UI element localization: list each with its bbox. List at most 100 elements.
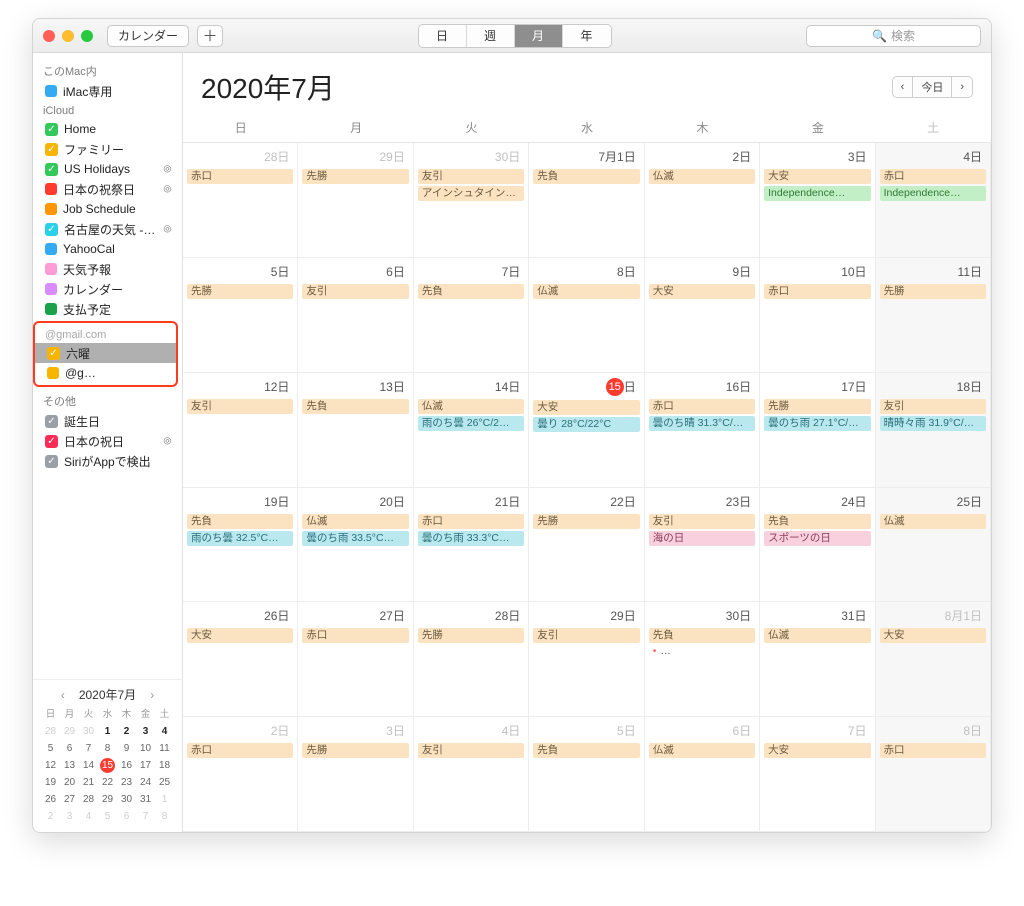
event-chip[interactable]: 先負 (764, 514, 870, 529)
mini-day[interactable]: 3 (136, 724, 155, 739)
mini-day[interactable]: 21 (79, 775, 98, 790)
day-cell[interactable]: 19日先負雨のち曇 32.5°C… (183, 488, 298, 603)
mini-day[interactable]: 28 (79, 792, 98, 807)
search-input[interactable]: 🔍 検索 (806, 25, 981, 47)
event-chip[interactable]: 赤口 (187, 743, 293, 758)
mini-day[interactable]: 27 (60, 792, 79, 807)
event-chip[interactable]: 仏滅 (533, 284, 639, 299)
mini-day[interactable]: 16 (117, 758, 136, 773)
event-chip[interactable]: 友引 (418, 169, 524, 184)
sidebar-item[interactable]: ✓SiriがAppで検出 (33, 451, 182, 471)
sidebar-item[interactable]: @g… (35, 363, 176, 383)
day-cell[interactable]: 3日大安Independence… (760, 143, 875, 258)
day-cell[interactable]: 3日先勝 (298, 717, 413, 832)
event-chip[interactable]: 曇り 28°C/22°C (533, 417, 639, 432)
day-cell[interactable]: 28日赤口 (183, 143, 298, 258)
mini-day[interactable]: 14 (79, 758, 98, 773)
mini-day[interactable]: 7 (79, 741, 98, 756)
event-chip[interactable]: 先勝 (418, 628, 524, 643)
event-chip[interactable]: 赤口 (187, 169, 293, 184)
day-cell[interactable]: 4日友引 (414, 717, 529, 832)
mini-day[interactable]: 23 (117, 775, 136, 790)
event-chip[interactable]: 雨のち曇 32.5°C… (187, 531, 293, 546)
mini-day[interactable]: 4 (155, 724, 174, 739)
event-chip[interactable]: 晴時々雨 31.9°C/… (880, 416, 986, 431)
mini-day[interactable]: 6 (117, 809, 136, 824)
day-cell[interactable]: 13日先負 (298, 373, 413, 488)
view-年[interactable]: 年 (563, 25, 611, 47)
event-chip[interactable]: 大安 (764, 743, 870, 758)
sidebar-item[interactable]: 支払予定 (33, 299, 182, 319)
mini-day[interactable]: 18 (155, 758, 174, 773)
event-chip[interactable]: 赤口 (649, 399, 755, 414)
event-chip[interactable]: 友引 (533, 628, 639, 643)
event-chip[interactable]: Independence… (880, 186, 986, 201)
sidebar-item[interactable]: YahooCal (33, 239, 182, 259)
mini-day[interactable]: 30 (117, 792, 136, 807)
event-chip[interactable]: 大安 (533, 400, 639, 415)
calendar-checkbox[interactable]: ✓ (45, 143, 58, 156)
mini-day[interactable]: 20 (60, 775, 79, 790)
mini-day[interactable]: 17 (136, 758, 155, 773)
zoom-icon[interactable] (81, 30, 93, 42)
day-cell[interactable]: 8月1日大安 (876, 602, 991, 717)
day-cell[interactable]: 12日友引 (183, 373, 298, 488)
mini-day[interactable]: 8 (155, 809, 174, 824)
day-cell[interactable]: 7月1日先負 (529, 143, 644, 258)
view-週[interactable]: 週 (467, 25, 515, 47)
mini-day[interactable]: 8 (98, 741, 117, 756)
day-cell[interactable]: 26日大安 (183, 602, 298, 717)
sidebar-item[interactable]: 日本の祝祭日⦾ (33, 179, 182, 199)
sidebar-item[interactable]: iMac専用 (33, 81, 182, 101)
sidebar-item[interactable]: ✓ファミリー (33, 139, 182, 159)
next-button[interactable]: › (952, 76, 973, 98)
event-chip[interactable]: スポーツの日 (764, 531, 870, 546)
mini-day[interactable]: 10 (136, 741, 155, 756)
event-chip[interactable]: 友引 (302, 284, 408, 299)
calendar-checkbox[interactable]: ✓ (45, 163, 58, 176)
day-cell[interactable]: 2日仏滅 (645, 143, 760, 258)
event-chip[interactable]: 雨のち曇 26°C/2… (418, 416, 524, 431)
mini-day[interactable]: 6 (60, 741, 79, 756)
day-cell[interactable]: 17日先勝曇のち雨 27.1°C/… (760, 373, 875, 488)
mini-day[interactable]: 4 (79, 809, 98, 824)
calendar-checkbox[interactable]: ✓ (45, 123, 58, 136)
day-cell[interactable]: 27日赤口 (298, 602, 413, 717)
day-cell[interactable]: 8日赤口 (876, 717, 991, 832)
day-cell[interactable]: 16日赤口曇のち晴 31.3°C/… (645, 373, 760, 488)
mini-day[interactable]: 26 (41, 792, 60, 807)
day-cell[interactable]: 24日先負スポーツの日 (760, 488, 875, 603)
day-cell[interactable]: 9日大安 (645, 258, 760, 373)
event-chip[interactable]: 赤口 (880, 169, 986, 184)
mini-prev-button[interactable]: ‹ (55, 688, 71, 702)
sidebar-item[interactable]: ✓六曜 (35, 343, 176, 363)
mini-day[interactable]: 25 (155, 775, 174, 790)
day-cell[interactable]: 10日赤口 (760, 258, 875, 373)
day-cell[interactable]: 5日先勝 (183, 258, 298, 373)
view-月[interactable]: 月 (515, 25, 563, 47)
mini-day[interactable]: 29 (98, 792, 117, 807)
event-chip[interactable]: 曇のち雨 33.3°C… (418, 531, 524, 546)
sidebar-item[interactable]: ✓US Holidays⦾ (33, 159, 182, 179)
day-cell[interactable]: 4日赤口Independence… (876, 143, 991, 258)
mini-day[interactable]: 1 (98, 724, 117, 739)
day-cell[interactable]: 23日友引海の日 (645, 488, 760, 603)
mini-day[interactable]: 11 (155, 741, 174, 756)
day-cell[interactable]: 7日先負 (414, 258, 529, 373)
sidebar-item[interactable]: Job Schedule (33, 199, 182, 219)
today-button[interactable]: 今日 (912, 76, 952, 98)
day-cell[interactable]: 11日先勝 (876, 258, 991, 373)
event-chip[interactable]: 友引 (649, 514, 755, 529)
day-cell[interactable]: 8日仏滅 (529, 258, 644, 373)
event-chip[interactable]: 大安 (187, 628, 293, 643)
day-cell[interactable]: 2日赤口 (183, 717, 298, 832)
event-chip[interactable]: 先勝 (880, 284, 986, 299)
event-chip[interactable]: 友引 (187, 399, 293, 414)
event-chip[interactable]: 先勝 (533, 514, 639, 529)
mini-day[interactable]: 30 (79, 724, 98, 739)
event-chip[interactable]: 大安 (880, 628, 986, 643)
mini-day[interactable]: 5 (98, 809, 117, 824)
mini-day[interactable]: 9 (117, 741, 136, 756)
day-cell[interactable]: 30日友引アインシュタイン… (414, 143, 529, 258)
day-cell[interactable]: 22日先勝 (529, 488, 644, 603)
